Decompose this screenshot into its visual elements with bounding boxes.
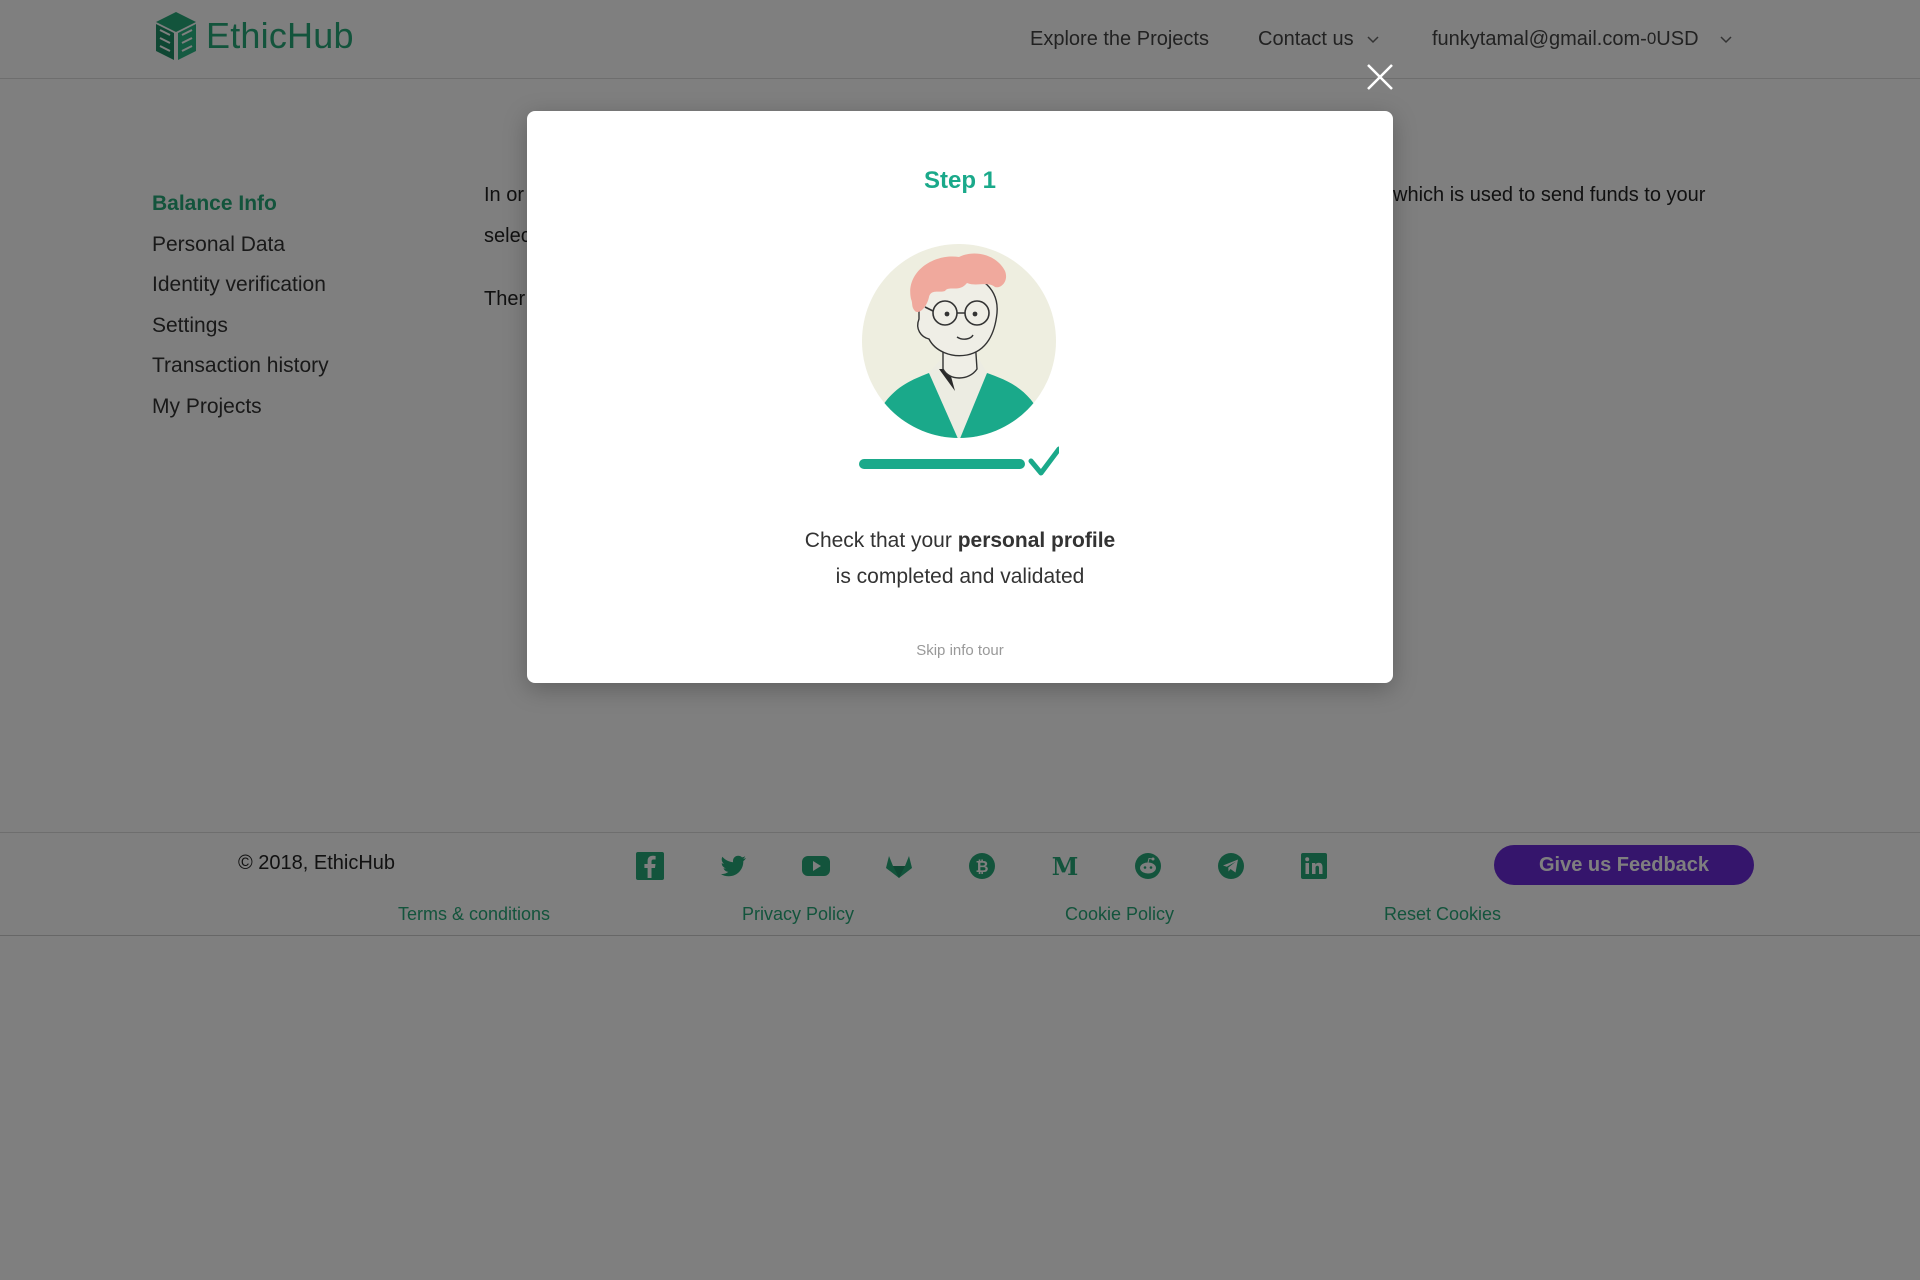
modal-description-line-2: is completed and validated [835,565,1085,588]
profile-illustration [859,244,1059,476]
close-icon[interactable] [1365,62,1395,92]
modal-description: Check that your personal profile is comp… [527,523,1393,595]
skip-info-tour-link[interactable]: Skip info tour [527,642,1393,659]
modal-step-title: Step 1 [923,167,997,194]
modal-description-line-1: Check that your personal profile [527,523,1393,559]
desc-highlight: personal profile [957,529,1116,552]
info-tour-modal: Step 1 Check that your personal profile … [527,111,1393,683]
desc-prefix: Check that your [804,529,958,552]
